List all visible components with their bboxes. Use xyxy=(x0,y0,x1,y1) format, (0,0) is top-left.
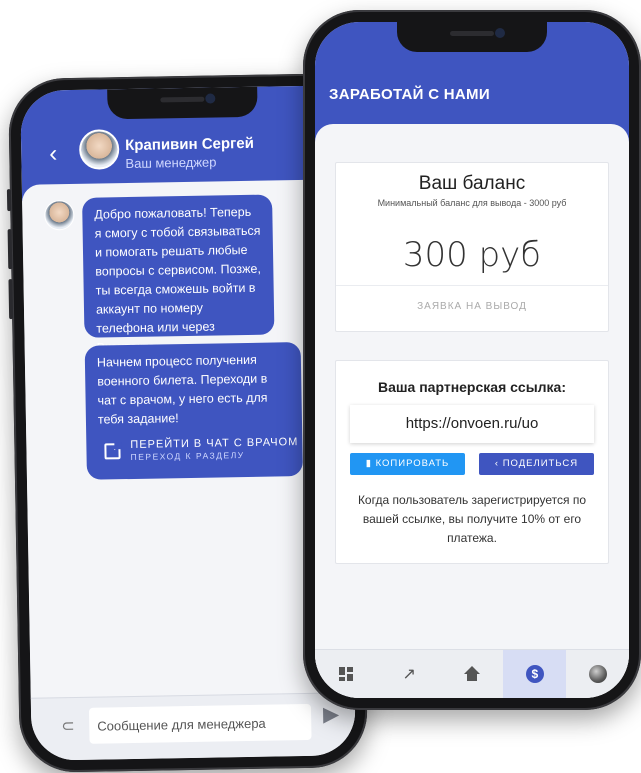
send-icon[interactable] xyxy=(322,707,340,724)
message-bubble: Добро пожаловать! Теперь я смогу с тобой… xyxy=(82,194,275,355)
volume-up-button xyxy=(7,229,13,270)
tab-earn[interactable]: $ xyxy=(503,650,567,698)
trending-icon: ↗ xyxy=(402,666,416,683)
tab-dashboard[interactable] xyxy=(315,650,378,698)
copy-button[interactable]: ▮ КОПИРОВАТЬ xyxy=(350,453,465,475)
tab-profile[interactable] xyxy=(566,650,629,698)
doctor-chat-link[interactable]: ПЕРЕЙТИ В ЧАТ С ВРАЧОМ ПЕРЕХОД К РАЗДЕЛУ xyxy=(104,436,298,462)
share-icon: ‹ xyxy=(494,458,503,469)
message-composer: ⊂ xyxy=(30,692,356,761)
bottom-nav: ↗ $ xyxy=(315,649,629,698)
withdraw-button[interactable]: ЗАЯВКА НА ВЫВОД xyxy=(336,301,608,312)
share-label: ПОДЕЛИТЬСЯ xyxy=(502,458,579,469)
attach-icon[interactable]: ⊂ xyxy=(61,716,75,736)
balance-subtitle: Минимальный баланс для вывода - 3000 руб xyxy=(377,198,567,208)
manager-role: Ваш менеджер xyxy=(125,154,217,172)
partner-title: Ваша партнерская ссылка: xyxy=(377,379,566,395)
link-subtitle: ПЕРЕХОД К РАЗДЕЛУ xyxy=(130,450,245,463)
manager-name: Крапивин Сергей xyxy=(124,134,255,155)
earn-phone: ЗАРАБОТАЙ С НАМИ Ваш баланс Минимальный … xyxy=(303,10,641,710)
tab-home[interactable] xyxy=(441,650,504,698)
home-icon xyxy=(463,666,480,681)
dollar-icon: $ xyxy=(525,665,544,683)
balance-amount: 300 руб xyxy=(402,235,542,275)
message-text: Начнем процесс получения военного билета… xyxy=(96,352,268,427)
notch xyxy=(397,22,547,52)
partner-description: Когда пользователь зарегистрируется по в… xyxy=(357,493,587,545)
mute-switch xyxy=(6,189,12,212)
back-icon[interactable]: ‹ xyxy=(49,140,57,167)
dashboard-icon xyxy=(339,667,354,681)
page-title: ЗАРАБОТАЙ С НАМИ xyxy=(329,86,490,103)
copy-icon: ▮ xyxy=(365,458,376,469)
balance-title: Ваш баланс xyxy=(418,173,526,194)
message-input[interactable] xyxy=(88,703,312,744)
copy-label: КОПИРОВАТЬ xyxy=(375,458,450,469)
message-avatar xyxy=(44,199,75,231)
open-in-new-icon xyxy=(104,442,121,459)
message-text: Добро пожаловать! Теперь я смогу с тобой… xyxy=(94,204,261,355)
partner-link[interactable]: https://onvoen.ru/uo xyxy=(350,405,594,443)
share-button[interactable]: ‹ ПОДЕЛИТЬСЯ xyxy=(479,453,594,475)
earn-screen: ЗАРАБОТАЙ С НАМИ Ваш баланс Минимальный … xyxy=(315,22,629,698)
volume-down-button xyxy=(8,279,14,320)
partner-card: Ваша партнерская ссылка: https://onvoen.… xyxy=(335,360,609,564)
profile-avatar xyxy=(588,665,607,683)
balance-card: Ваш баланс Минимальный баланс для вывода… xyxy=(335,162,609,332)
manager-avatar xyxy=(78,129,120,170)
tab-stats[interactable]: ↗ xyxy=(378,650,441,698)
earn-body[interactable]: Ваш баланс Минимальный баланс для вывода… xyxy=(315,124,629,698)
divider xyxy=(336,285,608,286)
notch xyxy=(107,86,258,120)
message-bubble: Начнем процесс получения военного билета… xyxy=(84,342,303,480)
